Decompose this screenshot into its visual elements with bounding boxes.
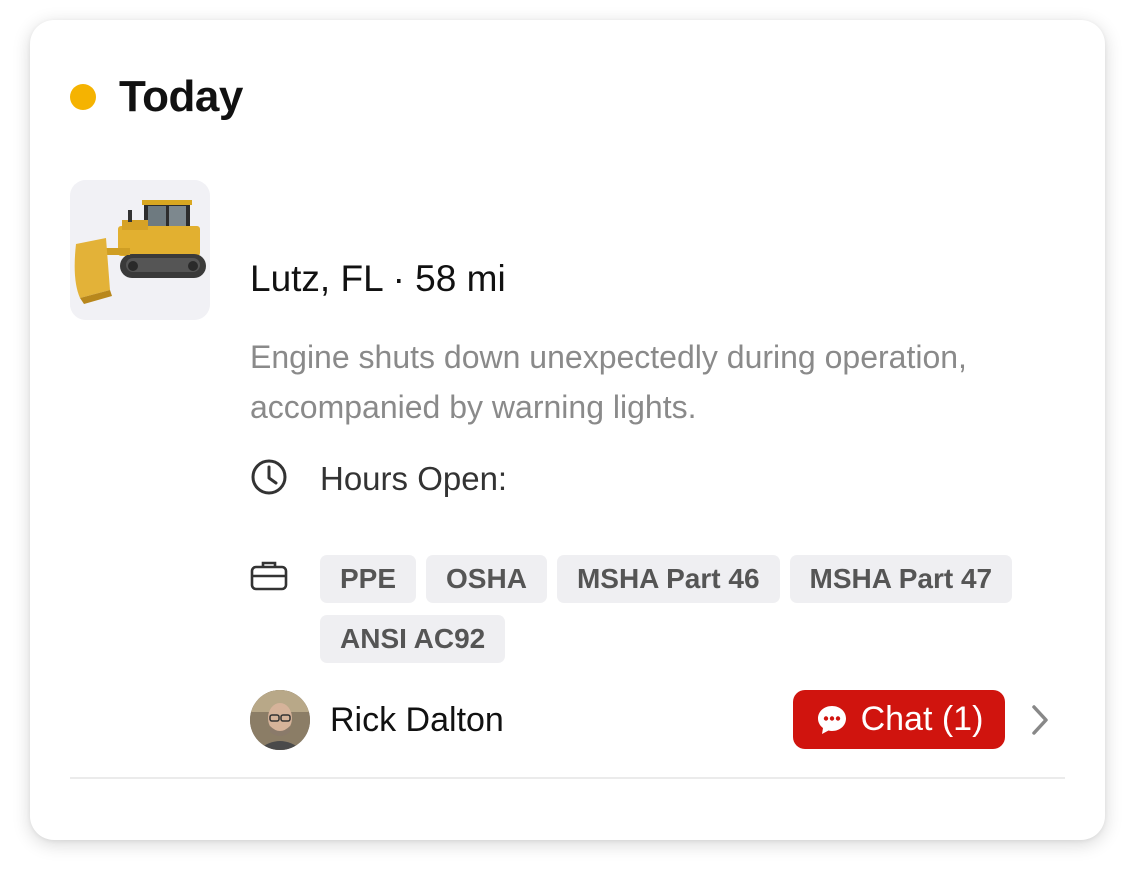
- chat-button[interactable]: Chat (1): [793, 690, 1005, 749]
- hours-open-label: Hours Open:: [320, 460, 508, 497]
- chevron-right-icon[interactable]: [1025, 703, 1055, 737]
- requirement-chip: MSHA Part 47: [789, 555, 1013, 603]
- requirements-list: PPE OSHA MSHA Part 46 MSHA Part 47 ANSI …: [320, 555, 1060, 663]
- briefcase-icon: [250, 561, 288, 591]
- job-location: Lutz, FL · 58 mi: [250, 258, 506, 299]
- bulldozer-icon: [70, 180, 210, 320]
- equipment-image: [70, 180, 210, 320]
- requirement-chip: MSHA Part 46: [556, 555, 780, 603]
- chat-button-label: Chat (1): [860, 700, 984, 738]
- status-dot: [70, 84, 96, 110]
- contact-name: Rick Dalton: [330, 700, 504, 739]
- avatar-photo: [250, 690, 310, 750]
- avatar: [250, 690, 310, 750]
- contact-person: Rick Dalton: [250, 690, 504, 750]
- divider: [70, 777, 1065, 779]
- requirement-chip: PPE: [320, 555, 417, 603]
- requirement-chip: ANSI AC92: [320, 615, 506, 663]
- section-header: Today: [70, 72, 243, 122]
- chat-bubble-icon: [817, 705, 846, 734]
- job-card[interactable]: Today Lutz, FL · 58 mi Engine shuts down…: [30, 20, 1105, 840]
- section-title: Today: [119, 72, 243, 121]
- job-description: Engine shuts down unexpectedly during op…: [250, 339, 967, 425]
- requirement-chip: OSHA: [426, 555, 547, 603]
- clock-icon: [251, 459, 287, 495]
